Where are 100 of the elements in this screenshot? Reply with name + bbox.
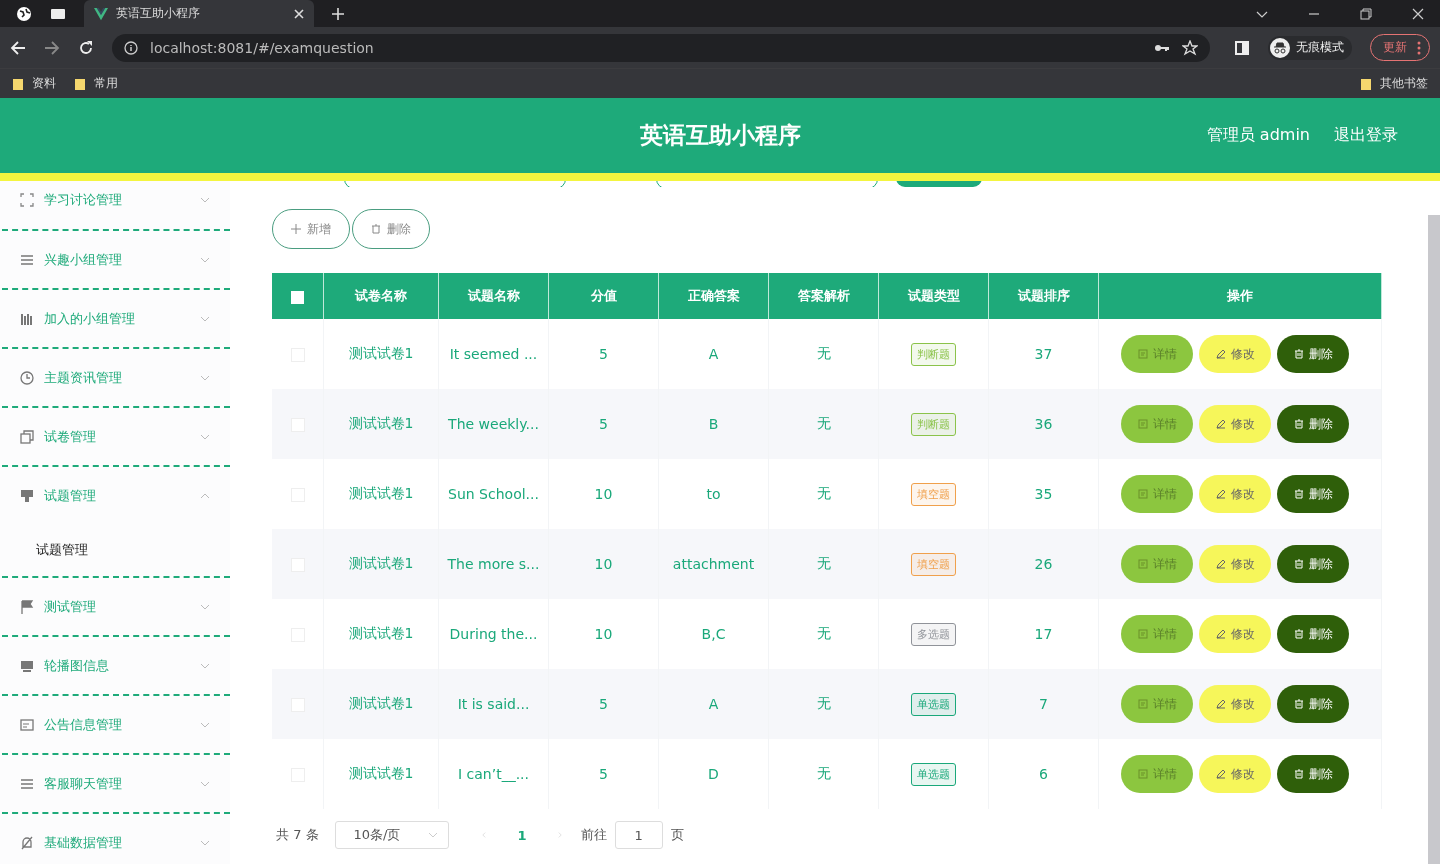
logout-link[interactable]: 退出登录 (1334, 125, 1398, 146)
delete-button[interactable]: 删除 (1277, 545, 1349, 583)
sidebar-item[interactable]: 客服聊天管理 (2, 755, 230, 812)
document-icon (1137, 699, 1148, 709)
table-cell: 5 (599, 766, 608, 782)
bookmark-folder[interactable]: 资料 (12, 75, 56, 92)
close-icon[interactable] (294, 8, 304, 19)
star-icon[interactable] (1182, 39, 1198, 56)
table-cell: 无 (816, 415, 831, 431)
delete-button[interactable]: 删除 (1277, 475, 1349, 513)
user-label: 管理员 admin (1206, 125, 1310, 146)
bell-icon (20, 835, 34, 850)
edit-button[interactable]: 修改 (1199, 335, 1271, 373)
pencil-icon (1215, 629, 1226, 639)
delete-button[interactable]: 删除 (1277, 755, 1349, 793)
sidebar-item[interactable]: 测试管理 (2, 578, 230, 635)
bookmark-folder[interactable]: 其他书签 (1360, 75, 1428, 92)
chevron-down-icon (200, 374, 210, 381)
page-suffix: 页 (670, 826, 684, 844)
type-tag: 填空题 (911, 482, 956, 506)
sidebar-item[interactable]: 学习讨论管理 (2, 181, 230, 229)
table-cell: 测试试卷1 (348, 415, 414, 431)
trash-icon (1293, 559, 1304, 569)
sidebar-item[interactable]: 主题资讯管理 (2, 349, 230, 406)
table-cell: 测试试卷1 (348, 765, 414, 781)
app-title: 英语互助小程序 (639, 121, 801, 150)
pencil-icon (1215, 419, 1226, 429)
table-cell: Sun School... (448, 486, 539, 502)
trash-icon (371, 224, 381, 234)
browser-tab[interactable]: 英语互助小程序 (84, 0, 314, 27)
pencil-icon (1215, 559, 1226, 569)
sidebar-subitem[interactable]: 试题管理 (2, 524, 230, 576)
sidebar-item[interactable]: 试题管理 (2, 467, 230, 524)
edit-button[interactable]: 修改 (1199, 475, 1271, 513)
plus-icon (291, 224, 301, 234)
column-header: 正确答案 (687, 288, 740, 303)
type-tag: 填空题 (911, 552, 956, 576)
table-cell: 无 (816, 625, 831, 641)
frame-icon (20, 193, 34, 207)
sidebar-item[interactable]: 试卷管理 (2, 408, 230, 465)
add-button[interactable]: 新增 (272, 209, 350, 249)
page-input[interactable]: 1 (614, 821, 663, 849)
trash-icon (1293, 419, 1304, 429)
reload-icon[interactable] (78, 39, 94, 56)
total-count: 共 7 条 (276, 826, 319, 844)
incognito-icon (1270, 37, 1290, 58)
trash-icon (1293, 349, 1304, 359)
page-size-select[interactable]: 10条/页 (334, 821, 450, 849)
incognito-button[interactable]: 无痕模式 (1268, 35, 1352, 60)
pencil-icon (1215, 489, 1226, 499)
new-tab-icon[interactable] (332, 7, 344, 20)
document-icon (1137, 629, 1148, 639)
document-icon (1137, 419, 1148, 429)
sidebar-item[interactable]: 加入的小组管理 (2, 290, 230, 347)
more-icon (1417, 40, 1421, 55)
table-cell: 35 (1034, 486, 1053, 502)
type-tag: 判断题 (911, 412, 956, 436)
edit-button[interactable]: 修改 (1199, 615, 1271, 653)
copy-icon (20, 429, 34, 444)
side-panel-icon[interactable] (1234, 39, 1250, 56)
table-cell: 6 (1039, 766, 1048, 782)
table-cell: 5 (599, 346, 608, 362)
select-all-checkbox[interactable] (291, 290, 304, 304)
table-cell: The more s... (447, 556, 540, 572)
sidebar-item[interactable]: 轮播图信息 (2, 637, 230, 694)
delete-button[interactable]: 删除 (1277, 615, 1349, 653)
delete-button[interactable]: 删除 (1277, 405, 1349, 443)
table-cell: The weekly... (448, 416, 539, 432)
page-number[interactable]: 1 (505, 827, 539, 843)
table-cell: 测试试卷1 (348, 555, 414, 571)
table-cell: 无 (816, 765, 831, 781)
edit-button[interactable]: 修改 (1199, 405, 1271, 443)
table-cell: 5 (599, 696, 608, 712)
back-icon[interactable] (10, 39, 26, 56)
sliders-icon (20, 776, 34, 791)
chevron-down-icon (200, 315, 210, 322)
address-field[interactable]: localhost:8081/#/examquestion (112, 33, 1210, 62)
delete-button[interactable]: 删除 (352, 209, 430, 249)
column-header: 试卷名称 (355, 288, 407, 303)
table-cell: 无 (816, 555, 831, 571)
forward-icon[interactable] (44, 39, 60, 56)
edit-button[interactable]: 修改 (1199, 755, 1271, 793)
table-cell: 26 (1034, 556, 1053, 572)
bookmark-folder[interactable]: 常用 (74, 75, 118, 92)
edit-button[interactable]: 修改 (1199, 545, 1271, 583)
pencil-icon (1215, 769, 1226, 779)
delete-button[interactable]: 删除 (1277, 685, 1349, 723)
chevron-up-icon (200, 492, 210, 499)
edit-button[interactable]: 修改 (1199, 685, 1271, 723)
pencil-icon (1215, 349, 1226, 359)
delete-button[interactable]: 删除 (1277, 335, 1349, 373)
sidebar-item[interactable]: 公告信息管理 (2, 696, 230, 753)
sidebar-item[interactable]: 基础数据管理 (2, 814, 230, 864)
restore-icon[interactable] (1360, 7, 1372, 20)
sidebar-item[interactable]: 兴趣小组管理 (2, 231, 230, 288)
table-cell: 无 (816, 485, 831, 501)
scrollbar[interactable] (1428, 215, 1440, 864)
table-cell: 10 (594, 556, 613, 572)
globe-icon[interactable] (16, 5, 32, 22)
close-icon[interactable] (1412, 7, 1424, 20)
